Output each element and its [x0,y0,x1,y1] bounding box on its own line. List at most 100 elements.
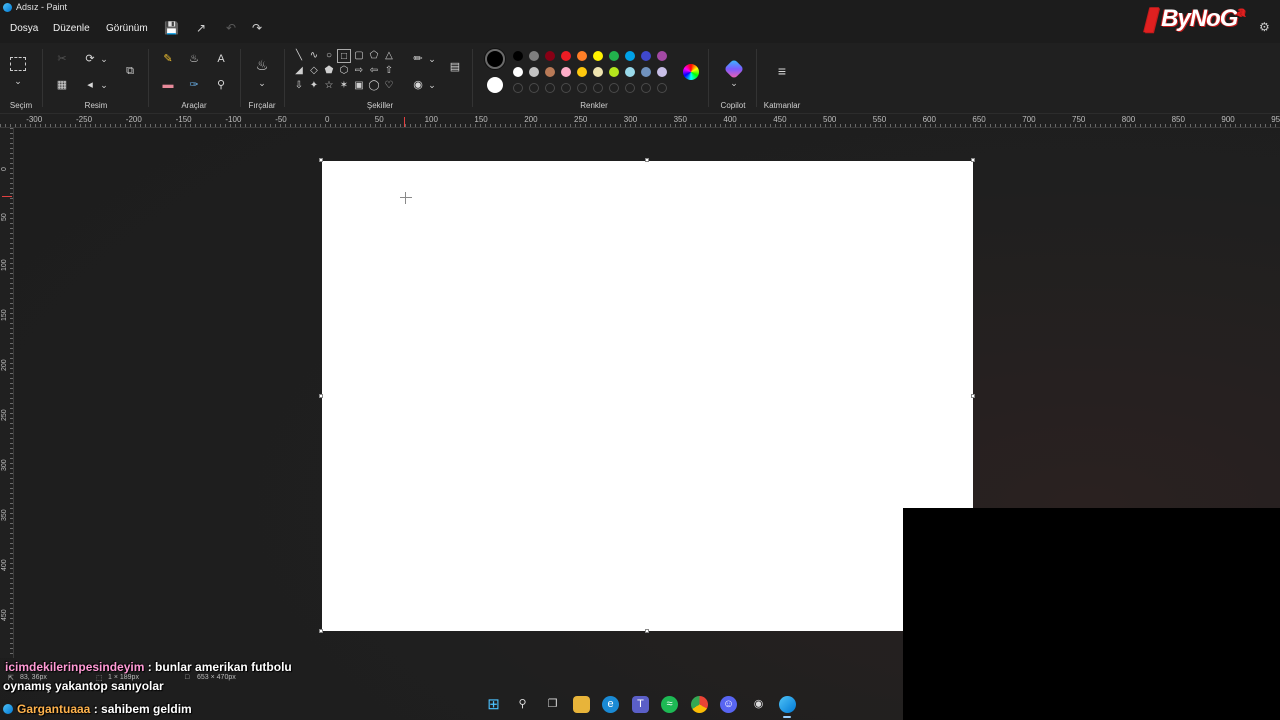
color-swatch[interactable] [609,67,619,77]
callout-rect-shape-icon[interactable]: ▣ [352,79,366,93]
outline-chevron-icon[interactable]: ⌄ [424,51,440,67]
obs-record-icon[interactable]: ◉ [750,696,767,713]
color-swatch[interactable] [545,51,555,61]
file-explorer-icon[interactable] [573,696,590,713]
rounded-rectangle-shape-icon[interactable]: ▢ [352,49,366,63]
flip-chevron-icon[interactable]: ⌄ [96,77,112,93]
color-swatch[interactable] [641,51,651,61]
image-select-icon[interactable]: ▦ [54,77,70,93]
canvas-resize-handle[interactable] [645,629,649,633]
color-swatch[interactable] [561,67,571,77]
edge-browser-icon[interactable]: e [602,696,619,713]
callout-oval-shape-icon[interactable]: ◯ [367,79,381,93]
heart-shape-icon[interactable]: ♡ [382,79,396,93]
diamond-shape-icon[interactable]: ◇ [307,64,321,78]
teams-icon[interactable]: T [632,696,649,713]
custom-color-slot[interactable] [625,83,635,93]
polygon-shape-icon[interactable]: ⬠ [367,49,381,63]
color-picker-icon[interactable]: ✑ [186,77,202,93]
primary-color-swatch[interactable] [485,49,505,69]
fill-chevron-icon[interactable]: ⌄ [424,77,440,93]
color-swatch[interactable] [593,51,603,61]
color-swatch[interactable] [513,51,523,61]
color-swatch[interactable] [529,51,539,61]
settings-gear-icon[interactable]: ⚙ [1259,20,1270,34]
color-swatch[interactable] [529,67,539,77]
eraser-icon[interactable]: ▬ [160,77,176,93]
drawing-canvas[interactable] [322,161,973,631]
color-swatch[interactable] [657,51,667,61]
rectangle-select-icon[interactable] [10,57,26,71]
undo-icon[interactable]: ↶ [224,21,238,35]
canvas-resize-handle[interactable] [319,394,323,398]
canvas-resize-handle[interactable] [645,158,649,162]
custom-color-slot[interactable] [609,83,619,93]
color-swatch[interactable] [545,67,555,77]
text-tool-icon[interactable]: A [213,51,229,67]
custom-color-slot[interactable] [641,83,651,93]
canvas-resize-handle[interactable] [319,158,323,162]
save-icon[interactable]: 💾 [164,21,179,35]
custom-color-slot[interactable] [513,83,523,93]
right-arrow-shape-icon[interactable]: ⇨ [352,64,366,78]
five-point-star-shape-icon[interactable]: ☆ [322,79,336,93]
color-swatch[interactable] [577,51,587,61]
color-swatch[interactable] [609,51,619,61]
fill-bucket-icon[interactable]: ♨ [186,51,202,67]
custom-color-slot[interactable] [657,83,667,93]
color-swatch[interactable] [593,67,603,77]
down-arrow-shape-icon[interactable]: ⇩ [292,79,306,93]
six-point-star-shape-icon[interactable]: ✶ [337,79,351,93]
color-swatch[interactable] [513,67,523,77]
secondary-color-swatch[interactable] [487,77,503,93]
custom-color-slot[interactable] [593,83,603,93]
color-swatch[interactable] [625,67,635,77]
left-arrow-shape-icon[interactable]: ⇦ [367,64,381,78]
magnifier-icon[interactable]: ⚲ [213,77,229,93]
search-icon[interactable]: ⚲ [514,696,531,713]
discord-icon[interactable]: ☺ [720,696,737,713]
pentagon-shape-icon[interactable]: ⬟ [322,64,336,78]
resize-icon[interactable]: ⧉ [122,63,138,79]
rotate-chevron-icon[interactable]: ⌄ [96,51,112,67]
line-shape-icon[interactable]: ╲ [292,49,306,63]
curve-shape-icon[interactable]: ∿ [307,49,321,63]
canvas-resize-handle[interactable] [971,394,975,398]
custom-color-slot[interactable] [577,83,587,93]
menu-file[interactable]: Dosya [10,23,38,34]
color-swatch[interactable] [641,67,651,77]
redo-icon[interactable]: ↷ [250,21,264,35]
oval-shape-icon[interactable]: ○ [322,49,336,63]
share-icon[interactable]: ↗ [194,21,208,35]
start-windows-icon[interactable]: ⊞ [485,696,502,713]
triangle-shape-icon[interactable]: △ [382,49,396,63]
menu-view[interactable]: Görünüm [106,23,148,34]
custom-color-slot[interactable] [529,83,539,93]
canvas-resize-handle[interactable] [319,629,323,633]
shape-style-icon[interactable]: ▤ [447,59,463,75]
chevron-down-icon[interactable]: ⌄ [10,73,26,89]
layers-icon[interactable]: ≡ [774,63,790,79]
task-view-icon[interactable]: ❐ [544,696,561,713]
brush-chevron-icon[interactable]: ⌄ [254,75,270,91]
chrome-icon[interactable] [691,696,708,713]
rectangle-shape-icon[interactable]: □ [337,49,351,63]
custom-color-slot[interactable] [545,83,555,93]
spotify-icon[interactable]: ≈ [661,696,678,713]
four-point-star-shape-icon[interactable]: ✦ [307,79,321,93]
brush-icon[interactable]: ♨ [254,57,270,73]
up-arrow-shape-icon[interactable]: ⇧ [382,64,396,78]
hexagon-shape-icon[interactable]: ⬡ [337,64,351,78]
color-swatch[interactable] [561,51,571,61]
crop-icon[interactable]: ✂ [54,51,70,67]
color-swatch[interactable] [657,67,667,77]
canvas-resize-handle[interactable] [971,158,975,162]
pencil-icon[interactable]: ✎ [160,51,176,67]
color-swatch[interactable] [625,51,635,61]
color-swatch[interactable] [577,67,587,77]
paint-taskbar-icon[interactable] [779,696,796,713]
menu-edit[interactable]: Düzenle [53,23,90,34]
edit-colors-wheel-icon[interactable] [683,64,699,80]
right-triangle-shape-icon[interactable]: ◢ [292,64,306,78]
custom-color-slot[interactable] [561,83,571,93]
